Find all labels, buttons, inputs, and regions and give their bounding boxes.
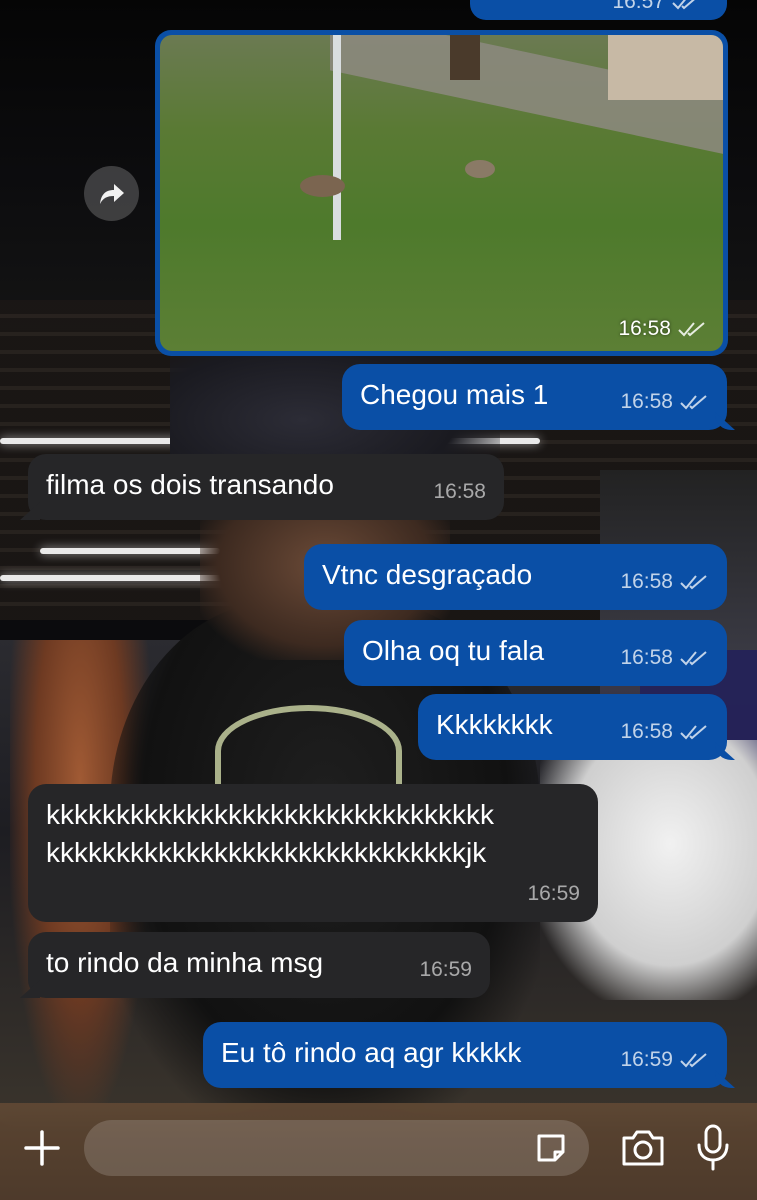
message-time: 16:59	[419, 958, 472, 981]
double-check-icon	[672, 0, 695, 10]
camera-icon	[622, 1130, 664, 1166]
message-text: filma os dois transando	[46, 469, 334, 500]
message-bubble-incoming[interactable]: to rindo da minha msg 16:59	[20, 932, 490, 998]
camera-button[interactable]	[620, 1127, 666, 1169]
microphone-button[interactable]	[694, 1123, 732, 1173]
message-text-line: kkkkkkkkkkkkkkkkkkkkkkkkkkkkkkkk	[46, 799, 494, 830]
message-time: 16:57	[612, 0, 665, 13]
double-check-icon	[680, 1052, 707, 1067]
message-time: 16:58	[620, 390, 673, 413]
message-time: 16:58	[620, 570, 673, 593]
double-check-icon	[678, 322, 705, 337]
message-time: 16:59	[620, 1048, 673, 1071]
message-time: 16:58	[620, 720, 673, 743]
message-text-line: kkkkkkkkkkkkkkkkkkkkkkkkkkkkkkjk	[46, 837, 487, 868]
photo-message[interactable]: 16:58	[155, 30, 728, 356]
message-time: 16:59	[527, 882, 580, 905]
message-text: Eu tô rindo aq agr kkkkk	[221, 1037, 522, 1068]
forward-icon	[99, 183, 124, 204]
message-bubble-outgoing[interactable]: Kkkkkkkk 16:58	[418, 694, 735, 760]
message-bubble-incoming[interactable]: filma os dois transando 16:58	[20, 454, 504, 520]
message-bubble-outgoing[interactable]: Chegou mais 1 16:58	[342, 364, 735, 430]
plus-icon	[24, 1130, 60, 1166]
message-photo[interactable]: 16:58	[160, 35, 723, 351]
message-text: Vtnc desgraçado	[322, 559, 533, 590]
message-input[interactable]	[84, 1120, 589, 1176]
double-check-icon	[680, 394, 707, 409]
double-check-icon	[680, 650, 707, 665]
composer-bar	[0, 1103, 757, 1200]
message-bubble-outgoing[interactable]: Olha oq tu fala 16:58	[344, 620, 727, 686]
double-check-icon	[680, 574, 707, 589]
message-time: 16:58	[433, 480, 486, 503]
attach-button[interactable]	[20, 1126, 64, 1170]
message-bubble-outgoing[interactable]: Vtnc desgraçado 16:58	[304, 544, 727, 610]
sticker-button[interactable]	[533, 1130, 569, 1166]
message-text: Olha oq tu fala	[362, 635, 545, 666]
message-text: Kkkkkkkk	[436, 709, 553, 740]
message-time: 16:58	[620, 646, 673, 669]
message-bubble-incoming[interactable]: kkkkkkkkkkkkkkkkkkkkkkkkkkkkkkkk kkkkkkk…	[28, 784, 598, 922]
message-list[interactable]: 16:57 16:58 Chegou mais 1 16:58 filma os…	[0, 0, 757, 1200]
microphone-icon	[697, 1124, 729, 1171]
message-text: to rindo da minha msg	[46, 947, 324, 978]
message-bubble-partial[interactable]: 16:57	[470, 0, 727, 20]
message-text: Chegou mais 1	[360, 379, 549, 410]
message-time: 16:58	[618, 317, 671, 340]
message-bubble-outgoing[interactable]: Eu tô rindo aq agr kkkkk 16:59	[203, 1022, 735, 1088]
double-check-icon	[680, 724, 707, 739]
sticker-icon	[537, 1134, 565, 1162]
forward-button[interactable]	[84, 166, 139, 221]
